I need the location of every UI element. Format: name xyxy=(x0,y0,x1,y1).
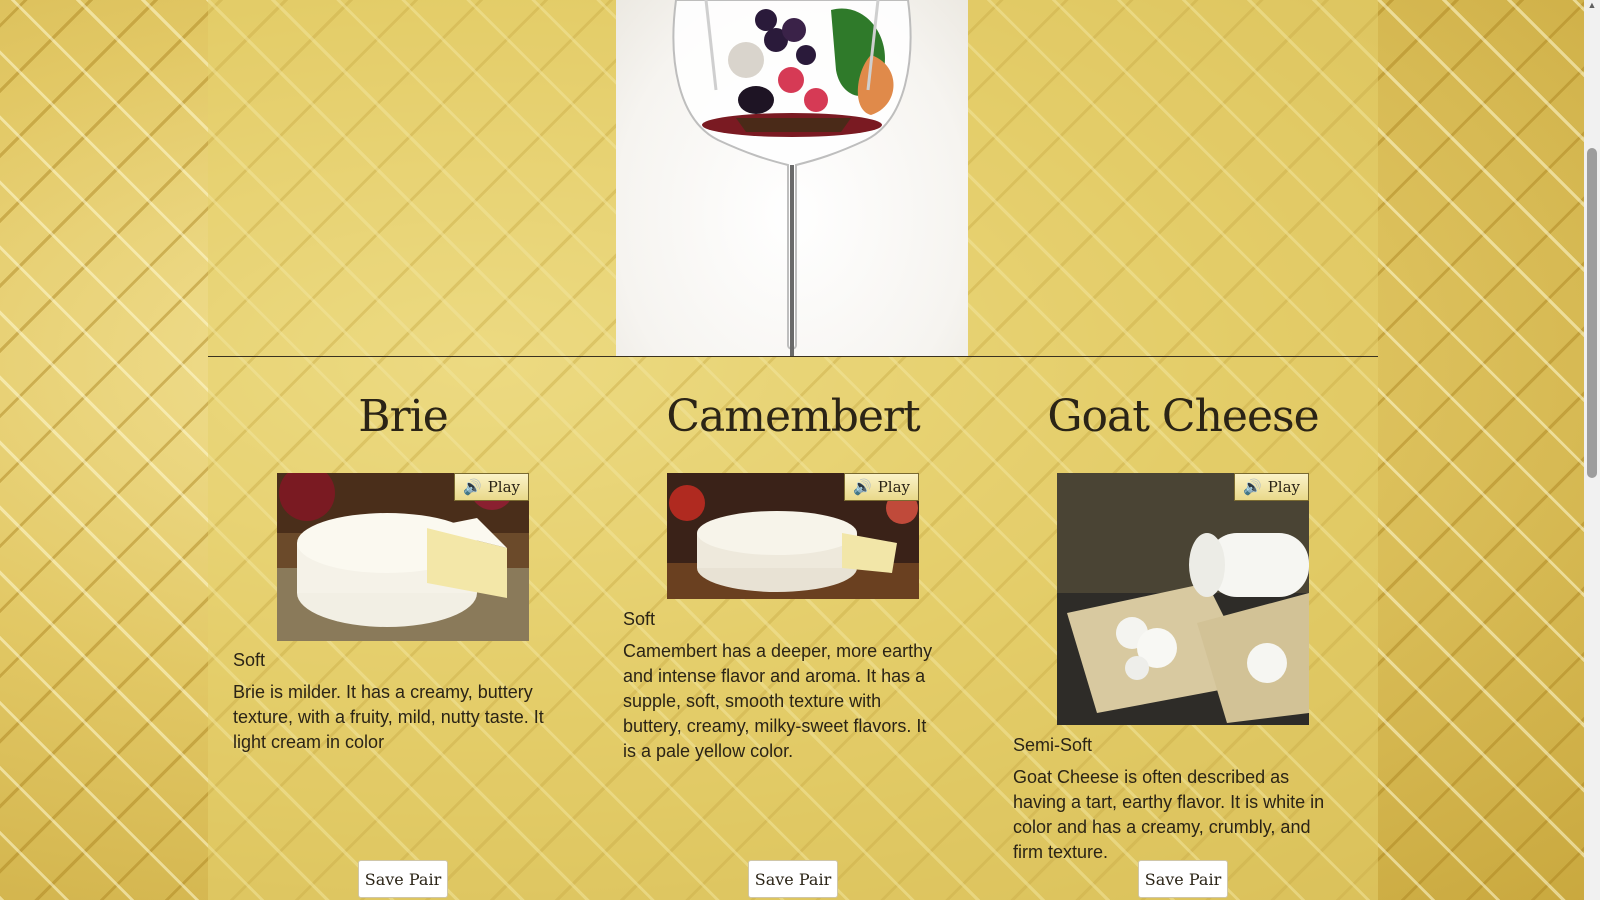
play-audio-button[interactable]: 🔊 Play xyxy=(844,473,919,501)
goat-cheese-photo: 🔊 Play xyxy=(1057,473,1309,725)
page-scrollbar[interactable]: ▲ xyxy=(1584,0,1600,900)
cheese-title: Camembert xyxy=(666,391,920,442)
cheese-title: Goat Cheese xyxy=(1047,391,1319,442)
cheese-description: Goat Cheese is often described as having… xyxy=(1013,767,1325,862)
save-pair-button[interactable]: Save Pair xyxy=(1138,860,1228,898)
save-pair-button[interactable]: Save Pair xyxy=(748,860,838,898)
play-label: Play xyxy=(487,478,520,496)
cheese-card-brie: Brie 🔊 Play Soft Brie is milder. It has … xyxy=(208,357,598,900)
scrollbar-thumb[interactable] xyxy=(1587,148,1597,478)
play-label: Play xyxy=(1267,478,1300,496)
scroll-up-icon[interactable]: ▲ xyxy=(1584,0,1600,14)
wine-glass-image xyxy=(616,0,968,357)
play-label: Play xyxy=(877,478,910,496)
cheese-card-goat-cheese: Goat Cheese 🔊 Play Semi-Soft Goat Cheese… xyxy=(988,357,1378,900)
cheese-type: Semi-Soft xyxy=(1013,735,1093,755)
speaker-icon: 🔊 xyxy=(463,478,482,496)
speaker-icon: 🔊 xyxy=(1243,478,1262,496)
brie-photo: 🔊 Play xyxy=(277,473,529,641)
cheese-type: Soft xyxy=(623,609,656,629)
cheese-type: Soft xyxy=(233,650,266,670)
camembert-photo: 🔊 Play xyxy=(667,473,919,599)
save-pair-button[interactable]: Save Pair xyxy=(358,860,448,898)
page-container: Brie 🔊 Play Soft Brie is milder. It has … xyxy=(208,0,1378,900)
play-audio-button[interactable]: 🔊 Play xyxy=(1234,473,1309,501)
play-audio-button[interactable]: 🔊 Play xyxy=(454,473,529,501)
cheese-title: Brie xyxy=(358,391,448,442)
cheese-description: Brie is milder. It has a creamy, buttery… xyxy=(233,682,544,752)
cheese-description: Camembert has a deeper, more earthy and … xyxy=(623,641,933,761)
cheese-card-camembert: Camembert 🔊 Play Soft Camembert has a de… xyxy=(598,357,988,900)
speaker-icon: 🔊 xyxy=(853,478,872,496)
